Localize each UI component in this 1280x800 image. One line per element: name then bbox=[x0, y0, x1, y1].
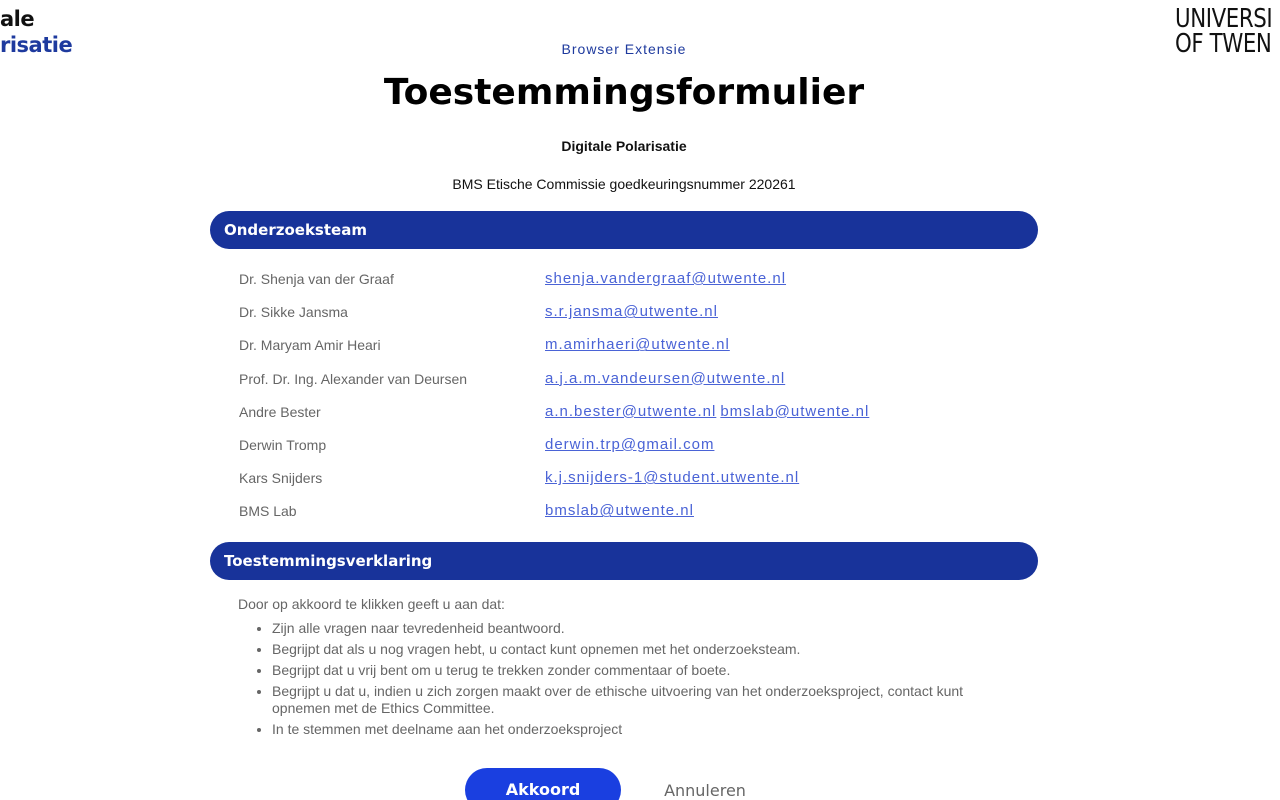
email-link[interactable]: bmslab@utwente.nl bbox=[720, 403, 869, 420]
team-member-row: Kars Snijders k.j.snijders-1@student.utwe… bbox=[239, 462, 999, 495]
team-member-row: Andre Bester a.n.bester@utwente.nl bmslab@… bbox=[239, 396, 999, 429]
accept-button[interactable]: Akkoord bbox=[465, 768, 621, 800]
team-member-name: Prof. Dr. Ing. Alexander van Deursen bbox=[239, 370, 468, 387]
research-team-heading: Onderzoeksteam bbox=[210, 211, 1038, 249]
logo-left-line1: ale bbox=[0, 7, 35, 31]
consent-item: Begrijpt dat als u nog vragen hebt, u co… bbox=[272, 641, 1012, 658]
email-link[interactable]: s.r.jansma@utwente.nl bbox=[545, 303, 718, 320]
team-member-name: Derwin Tromp bbox=[239, 436, 327, 453]
consent-item: In te stemmen met deelname aan het onder… bbox=[272, 721, 1012, 738]
consent-page: ale risatie UNIVERSI OF TWEN Browser Ext… bbox=[0, 0, 1280, 800]
consent-item: Begrijpt dat u vrij bent om u terug te t… bbox=[272, 662, 1012, 679]
team-member-row: Prof. Dr. Ing. Alexander van Deursen a.j.… bbox=[239, 363, 999, 396]
project-name: Digitale Polarisatie bbox=[561, 138, 687, 154]
team-member-name: Dr. Maryam Amir Heari bbox=[239, 337, 381, 354]
approval-number: BMS Etische Commissie goedkeuringsnummer… bbox=[452, 176, 796, 192]
team-member-emails: derwin.trp@gmail.com bbox=[545, 436, 718, 454]
email-link[interactable]: bmslab@utwente.nl bbox=[545, 502, 694, 519]
team-member-emails: a.n.bester@utwente.nl bmslab@utwente.nl bbox=[545, 403, 873, 421]
team-member-row: Derwin Tromp derwin.trp@gmail.com bbox=[239, 429, 999, 462]
team-member-row: Dr. Shenja van der Graaf shenja.vandergra… bbox=[239, 263, 999, 296]
team-member-emails: a.j.a.m.vandeursen@utwente.nl bbox=[545, 370, 789, 388]
consent-intro: Door op akkoord te klikken geeft u aan d… bbox=[238, 596, 505, 612]
consent-item: Zijn alle vragen naar tevredenheid beant… bbox=[272, 620, 1012, 637]
page-subtitle: Browser Extensie bbox=[561, 41, 687, 57]
team-member-name: BMS Lab bbox=[239, 503, 297, 520]
team-member-name: Andre Bester bbox=[239, 403, 321, 420]
consent-statement-heading: Toestemmingsverklaring bbox=[210, 542, 1038, 580]
email-link[interactable]: m.amirhaeri@utwente.nl bbox=[545, 336, 730, 353]
cancel-button[interactable]: Annuleren bbox=[640, 770, 770, 800]
email-link[interactable]: k.j.snijders-1@student.utwente.nl bbox=[545, 469, 799, 486]
team-member-row: Dr. Sikke Jansma s.r.jansma@utwente.nl bbox=[239, 296, 999, 329]
page-title: Toestemmingsformulier bbox=[383, 72, 865, 113]
email-link[interactable]: a.j.a.m.vandeursen@utwente.nl bbox=[545, 370, 785, 387]
team-member-emails: s.r.jansma@utwente.nl bbox=[545, 303, 722, 321]
consent-list: Zijn alle vragen naar tevredenheid beant… bbox=[238, 620, 1012, 742]
email-link[interactable]: a.n.bester@utwente.nl bbox=[545, 403, 716, 420]
email-link[interactable]: shenja.vandergraaf@utwente.nl bbox=[545, 270, 786, 287]
team-member-name: Dr. Shenja van der Graaf bbox=[239, 271, 394, 287]
team-member-emails: m.amirhaeri@utwente.nl bbox=[545, 336, 734, 354]
research-team-list: Dr. Shenja van der Graaf shenja.vandergra… bbox=[239, 263, 999, 529]
team-member-emails: k.j.snijders-1@student.utwente.nl bbox=[545, 469, 803, 487]
team-member-name: Kars Snijders bbox=[239, 470, 323, 487]
team-member-emails: bmslab@utwente.nl bbox=[545, 502, 698, 520]
team-member-name: Dr. Sikke Jansma bbox=[239, 304, 348, 321]
team-member-row: BMS Lab bmslab@utwente.nl bbox=[239, 495, 999, 528]
email-link[interactable]: derwin.trp@gmail.com bbox=[545, 436, 714, 453]
team-member-emails: shenja.vandergraaf@utwente.nl bbox=[545, 270, 790, 288]
team-member-row: Dr. Maryam Amir Heari m.amirhaeri@utwente… bbox=[239, 329, 999, 362]
consent-item: Begrijpt u dat u, indien u zich zorgen m… bbox=[272, 683, 1012, 717]
